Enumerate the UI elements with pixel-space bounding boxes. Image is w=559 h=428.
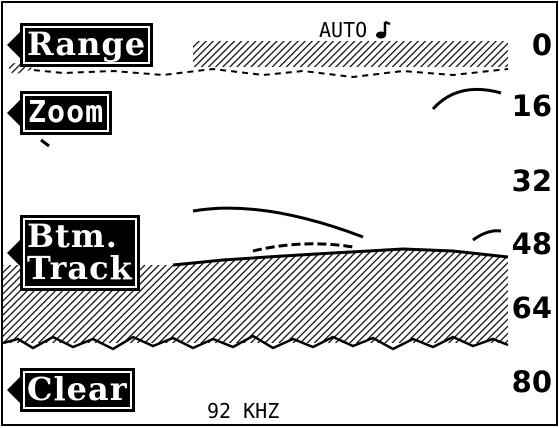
frequency-label: 92 KHZ bbox=[207, 399, 280, 423]
left-arrow-icon bbox=[7, 100, 20, 126]
btm-track-softkey[interactable]: Btm. Track bbox=[7, 215, 140, 291]
left-arrow-icon bbox=[7, 377, 20, 403]
surface-noise bbox=[22, 67, 509, 79]
depth-tick-16: 16 bbox=[511, 89, 552, 123]
depth-tick-0: 0 bbox=[531, 28, 552, 62]
structure-arch-3 bbox=[472, 229, 502, 242]
left-arrow-icon bbox=[7, 32, 20, 58]
depth-tick-32: 32 bbox=[511, 164, 552, 198]
clear-softkey[interactable]: Clear bbox=[7, 368, 135, 412]
range-button[interactable]: Range bbox=[20, 23, 154, 67]
clear-button[interactable]: Clear bbox=[20, 368, 135, 412]
depth-tick-80: 80 bbox=[511, 365, 552, 399]
range-softkey[interactable]: Range bbox=[7, 23, 154, 67]
fish-arch-upper bbox=[431, 87, 502, 111]
fish-arch-small bbox=[40, 138, 50, 148]
music-note-icon bbox=[376, 20, 391, 39]
zoom-softkey[interactable]: Zoom bbox=[7, 91, 113, 135]
depth-tick-64: 64 bbox=[511, 291, 552, 325]
zoom-button[interactable]: Zoom bbox=[20, 91, 113, 135]
structure-arch-2 bbox=[252, 242, 354, 253]
btm-track-button[interactable]: Btm. Track bbox=[20, 215, 140, 291]
sonar-screen: Range Zoom Btm. Track Clear AUTO 92 KHZ … bbox=[1, 1, 558, 426]
left-arrow-icon bbox=[7, 240, 20, 266]
range-mode-label: AUTO bbox=[317, 18, 370, 42]
structure-arch-1 bbox=[192, 206, 364, 239]
depth-tick-48: 48 bbox=[511, 227, 552, 261]
surface-clutter bbox=[193, 41, 508, 67]
